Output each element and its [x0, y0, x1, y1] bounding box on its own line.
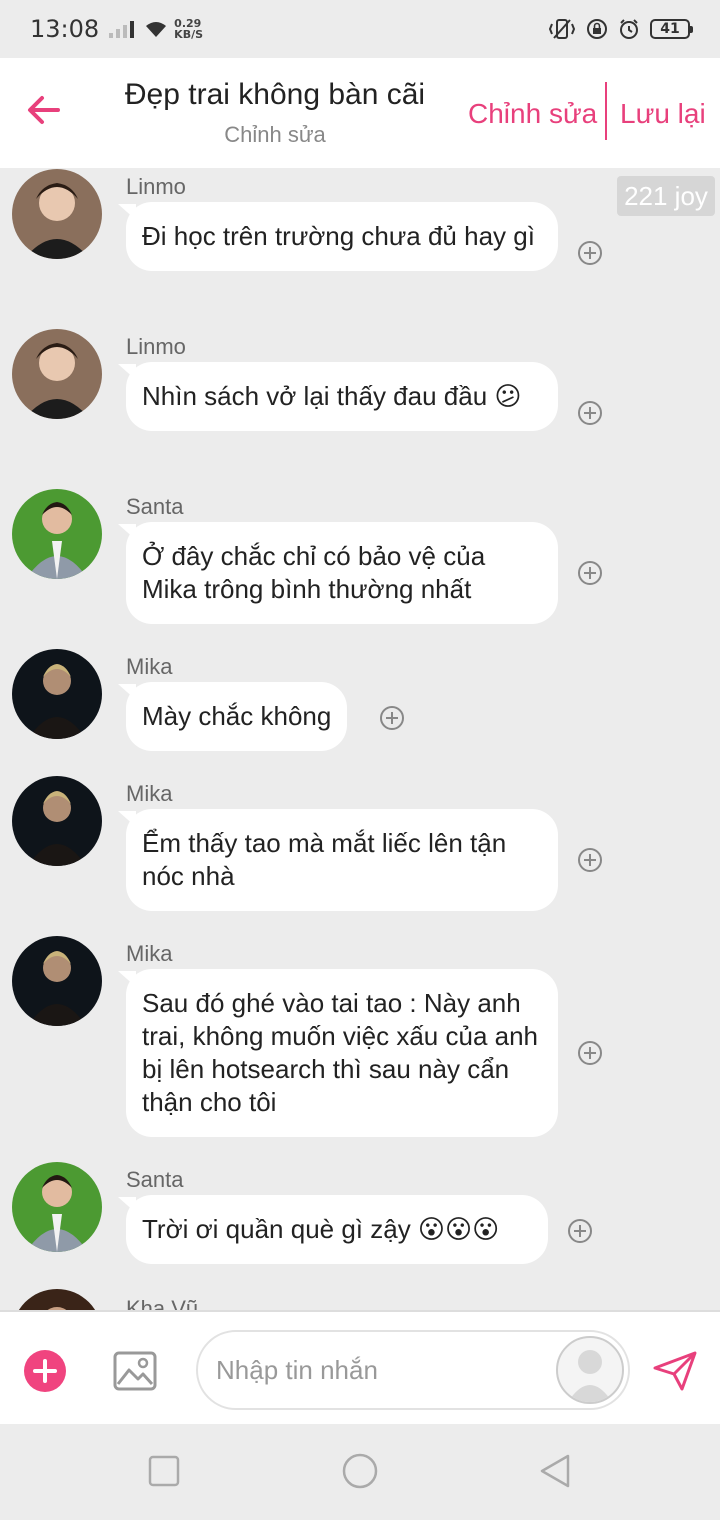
sender-name: Mika — [126, 781, 173, 806]
avatar[interactable] — [12, 1162, 102, 1252]
message-text: Ở đây chắc chỉ có bảo vệ của Mika trông … — [142, 541, 486, 604]
add-button[interactable] — [24, 1350, 66, 1392]
sender-name: Mika — [126, 941, 173, 966]
avatar[interactable] — [12, 776, 102, 866]
plus-circle-icon[interactable] — [577, 847, 603, 873]
back-arrow-icon[interactable] — [26, 92, 62, 128]
message-input-wrapper — [196, 1330, 630, 1410]
message-bubble[interactable]: Trời ơi quần què gì zậy 😮😮😮 — [126, 1195, 548, 1264]
message-bubble[interactable]: Sau đó ghé vào tai tao : Này anh trai, k… — [126, 969, 558, 1137]
plus-circle-icon[interactable] — [567, 1218, 593, 1244]
avatar[interactable] — [12, 936, 102, 1026]
status-time: 13:08 — [30, 15, 100, 43]
sender-name: Linmo — [126, 334, 186, 359]
message-input[interactable] — [216, 1350, 536, 1390]
net-speed: 0.29 KB/S — [174, 18, 203, 40]
sender-name: Kha Vũ — [126, 1296, 199, 1310]
lock-rotation-icon — [587, 19, 607, 39]
message-input-bar — [0, 1310, 720, 1424]
back-nav-icon[interactable] — [538, 1453, 572, 1489]
message-bubble[interactable]: Ểm thấy tao mà mắt liếc lên tận nóc nhà — [126, 809, 558, 911]
message-bubble[interactable]: Mày chắc không — [126, 682, 348, 751]
header-divider — [605, 82, 607, 140]
sender-name: Mika — [126, 654, 173, 679]
vibrate-icon — [548, 19, 576, 39]
message-text: Trời ơi quần què gì zậy 😮😮😮 — [142, 1214, 500, 1244]
message-text: Mày chắc không — [142, 701, 332, 731]
avatar[interactable] — [12, 489, 102, 579]
plus-circle-icon[interactable] — [577, 560, 603, 586]
message-bubble[interactable]: Ở đây chắc chỉ có bảo vệ của Mika trông … — [126, 522, 558, 624]
status-bar: 13:08 0.29 KB/S 41 — [0, 0, 720, 58]
message-bubble[interactable]: Nhìn sách vở lại thấy đau đầu 😕 — [126, 362, 558, 431]
battery-icon: 41 — [650, 19, 693, 39]
character-avatar[interactable] — [556, 1336, 624, 1404]
net-speed-unit: KB/S — [174, 28, 204, 41]
chat-list[interactable]: 221 joy Linmo Đi học trên trường chưa đủ… — [0, 168, 720, 1310]
signal-icon — [109, 20, 135, 38]
title-block: Đẹp trai không bàn cãi Chỉnh sửa — [110, 78, 440, 148]
message-text: Đi học trên trường chưa đủ hay gì — [142, 221, 535, 251]
sender-name: Linmo — [126, 174, 186, 199]
recent-apps-icon[interactable] — [147, 1454, 181, 1488]
plus-circle-icon[interactable] — [577, 400, 603, 426]
plus-circle-icon[interactable] — [577, 1040, 603, 1066]
message-text: Ểm thấy tao mà mắt liếc lên tận nóc nhà — [142, 828, 507, 891]
send-icon[interactable] — [652, 1350, 698, 1392]
edit-button[interactable]: Chỉnh sửa — [468, 98, 597, 130]
page-subtitle: Chỉnh sửa — [224, 122, 326, 147]
avatar[interactable] — [12, 649, 102, 739]
message-bubble[interactable]: Đi học trên trường chưa đủ hay gì — [126, 202, 558, 271]
wifi-icon — [146, 22, 167, 37]
home-icon[interactable] — [341, 1452, 379, 1490]
message-text: Sau đó ghé vào tai tao : Này anh trai, k… — [142, 988, 539, 1117]
plus-circle-icon[interactable] — [577, 240, 603, 266]
system-nav-bar — [0, 1424, 720, 1520]
message-text: Nhìn sách vở lại thấy đau đầu 😕 — [142, 381, 522, 411]
page-title: Đẹp trai không bàn cãi — [124, 78, 426, 111]
avatar[interactable] — [12, 1289, 102, 1310]
add-icon — [33, 1359, 57, 1383]
avatar[interactable] — [12, 329, 102, 419]
image-icon[interactable] — [112, 1348, 158, 1394]
sender-name: Santa — [126, 1167, 184, 1192]
save-button[interactable]: Lưu lại — [620, 98, 706, 130]
plus-circle-icon[interactable] — [379, 705, 405, 731]
avatar[interactable] — [12, 169, 102, 259]
alarm-icon — [620, 19, 638, 39]
sender-name: Santa — [126, 494, 184, 519]
person-icon — [568, 1350, 612, 1402]
joy-badge: 221 joy — [617, 176, 715, 216]
chat-header: Đẹp trai không bàn cãi Chỉnh sửa Chỉnh s… — [0, 58, 720, 168]
